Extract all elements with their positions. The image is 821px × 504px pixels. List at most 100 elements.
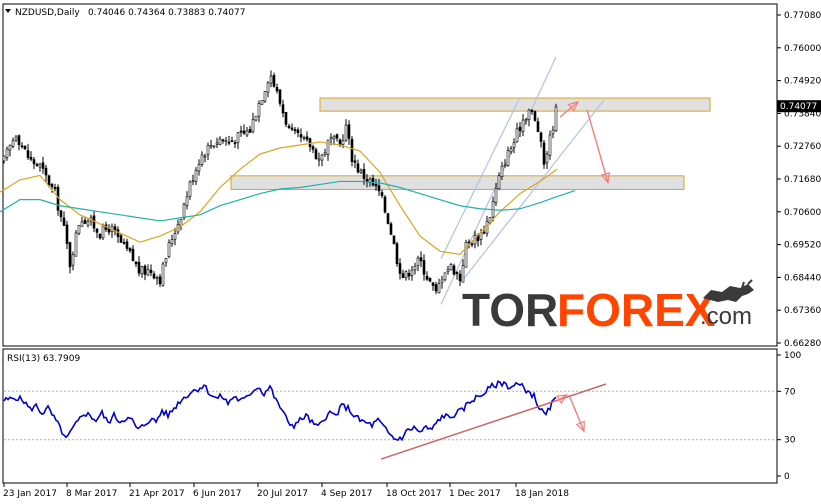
candle-body [95, 228, 99, 233]
candle-body [365, 179, 369, 182]
candle-body [479, 232, 483, 240]
candle-body [449, 264, 453, 271]
candle-body [194, 170, 198, 182]
candle-body [281, 104, 285, 114]
candle-body [515, 128, 519, 143]
candle-body [137, 261, 141, 274]
candle-body [248, 129, 252, 133]
candle-body [233, 142, 237, 145]
candle-body [539, 132, 543, 142]
candle-body [350, 138, 354, 162]
candle-body [86, 221, 90, 226]
time-axis-label: 20 Jul 2017 [257, 489, 308, 499]
candle-body [71, 254, 75, 266]
candle-body [182, 203, 186, 219]
candle-body [314, 149, 318, 160]
candle-body [98, 233, 102, 239]
candle-body [200, 154, 204, 165]
price-axis-label: 0.70600 [784, 208, 821, 218]
rsi-axis-label: 0 [784, 472, 790, 482]
candle-body [437, 283, 441, 294]
candle-body [155, 277, 159, 279]
candle-body [224, 140, 228, 143]
candle-body [392, 235, 396, 245]
candle-body [383, 196, 387, 213]
candle-body [26, 150, 30, 158]
candle-body [74, 232, 78, 257]
chart-canvas: 0.770800.760000.749200.738400.727600.716… [0, 3, 821, 499]
candle-body [371, 177, 375, 186]
candle-body [455, 272, 459, 274]
candle-body [305, 136, 309, 140]
candle-body [20, 145, 24, 148]
candle-body [263, 91, 267, 102]
candle-body [533, 111, 537, 121]
candle-body [554, 106, 558, 132]
candle-body [29, 156, 33, 160]
time-axis-label: 8 Mar 2017 [66, 489, 117, 499]
candle-body [464, 241, 468, 268]
price-axis-label: 0.71680 [784, 175, 821, 185]
candle-body [68, 242, 72, 268]
candle-body [362, 168, 366, 179]
candle-body [407, 273, 411, 277]
ohlc-label: 0.74046 0.74364 0.73883 0.74077 [88, 8, 245, 18]
candle-body [302, 136, 306, 139]
candle-body [359, 170, 363, 173]
candle-body [14, 136, 18, 141]
price-axis-label: 0.77080 [784, 11, 821, 21]
candle-body [272, 75, 276, 87]
candle-body [290, 127, 294, 130]
candle-body [242, 130, 246, 134]
candle-body [542, 142, 546, 165]
candle-body [452, 265, 456, 275]
candle-body [413, 265, 417, 271]
candle-body [404, 271, 408, 279]
candle-body [65, 224, 69, 244]
candle-body [167, 242, 171, 258]
candle-body [83, 219, 87, 224]
candle-body [287, 125, 291, 128]
candle-body [329, 137, 333, 140]
candle-body [164, 258, 168, 263]
candle-body [179, 219, 183, 227]
candle-body [500, 165, 504, 177]
candle-body [344, 124, 348, 141]
candle-body [143, 265, 147, 275]
candle-body [509, 148, 513, 153]
candle-body [470, 243, 474, 246]
candle-body [377, 185, 381, 192]
candle-body [458, 273, 462, 281]
candle-body [548, 134, 552, 156]
candle-body [311, 146, 315, 150]
candle-body [266, 82, 270, 93]
price-axis-label: 0.76000 [784, 44, 821, 54]
candle-body [146, 269, 150, 276]
candle-body [230, 140, 234, 143]
candle-body [308, 138, 312, 148]
candle-body [395, 243, 399, 265]
candle-body [41, 162, 45, 169]
time-axis-label: 6 Jun 2017 [193, 489, 241, 499]
candle-body [494, 187, 498, 204]
candle-body [518, 126, 522, 131]
candle-body [209, 145, 213, 148]
candle-body [221, 139, 225, 142]
candle-body [254, 115, 258, 121]
candle-body [206, 144, 210, 155]
candle-body [323, 152, 327, 155]
candle-body [236, 132, 240, 143]
candle-body [5, 148, 9, 158]
candle-body [260, 99, 264, 105]
rsi-label: RSI(13) 63.7909 [7, 354, 80, 364]
candle-body [296, 129, 300, 134]
candle-body [326, 139, 330, 155]
candle-body [185, 196, 189, 206]
candle-body [416, 257, 420, 266]
candle-body [128, 247, 132, 252]
candle-body [389, 223, 393, 235]
candle-body [380, 192, 384, 196]
time-axis-label: 4 Sep 2017 [321, 489, 372, 499]
rsi-axis-label: 30 [784, 436, 796, 446]
candle-body [434, 284, 438, 292]
